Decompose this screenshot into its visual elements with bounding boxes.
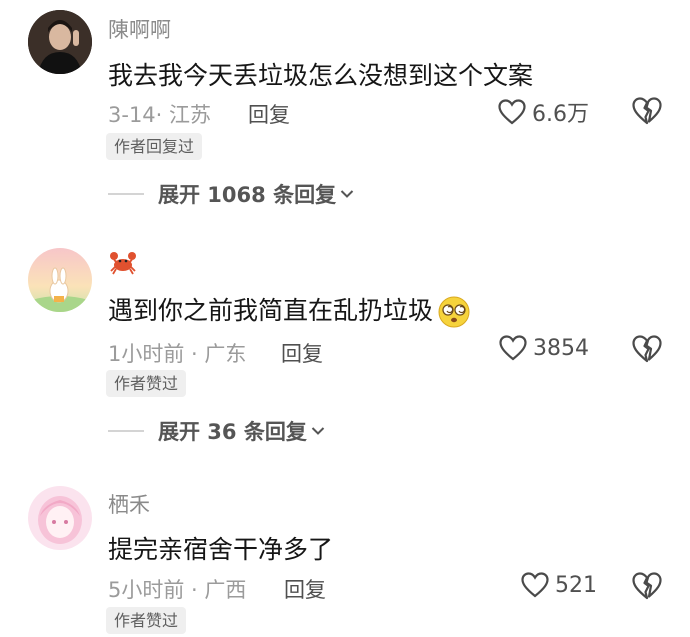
reply-button[interactable]: 回复 [248, 99, 290, 129]
username[interactable] [108, 250, 138, 276]
reply-button[interactable]: 回复 [281, 338, 323, 368]
avatar-image [28, 10, 92, 74]
reply-button[interactable]: 回复 [284, 574, 326, 604]
expand-replies-label: 展开 36 条回复 [158, 420, 307, 444]
comment-meta: 1小时前 · 广东 [108, 342, 247, 366]
divider [108, 193, 144, 195]
chevron-down-icon [340, 190, 354, 198]
avatar-image [28, 248, 92, 312]
heart-outline-icon [499, 335, 527, 361]
username[interactable]: 栖禾 [108, 489, 150, 519]
broken-heart-icon [632, 97, 662, 125]
avatar-image [28, 486, 92, 550]
like-count: 521 [555, 572, 597, 598]
divider [108, 430, 144, 432]
comment-text: 遇到你之前我简直在乱扔垃圾 [108, 291, 471, 329]
avatar[interactable] [28, 486, 92, 550]
avatar[interactable] [28, 10, 92, 74]
like-button[interactable]: 521 [521, 572, 597, 598]
author-badge: 作者赞过 [106, 370, 187, 397]
avatar[interactable] [28, 248, 92, 312]
like-count: 3854 [533, 335, 589, 361]
broken-heart-icon [632, 335, 662, 363]
heart-outline-icon [521, 572, 549, 598]
expand-replies-label: 展开 1068 条回复 [158, 183, 337, 207]
broken-heart-icon [632, 572, 662, 600]
like-button[interactable]: 6.6万 [498, 96, 589, 128]
comment-text: 提完亲宿舍干净多了 [108, 535, 334, 564]
heart-outline-icon [498, 99, 526, 125]
comment-meta: 3-14· 江苏 [108, 103, 212, 127]
expand-replies-button[interactable]: 展开 1068 条回复 [108, 179, 354, 209]
comment-text: 我去我今天丢垃圾怎么没想到这个文案 [108, 61, 534, 90]
comment-text-content: 遇到你之前我简直在乱扔垃圾 [108, 296, 434, 325]
author-badge: 作者回复过 [106, 133, 203, 160]
dislike-button[interactable] [632, 572, 662, 602]
dizzy-face-emoji-icon [438, 296, 470, 328]
like-button[interactable]: 3854 [499, 335, 589, 361]
author-badge: 作者赞过 [106, 607, 187, 634]
chevron-down-icon [311, 427, 325, 435]
dislike-button[interactable] [632, 97, 662, 127]
username[interactable]: 陳啊啊 [108, 14, 171, 44]
crab-emoji-icon [110, 252, 136, 275]
expand-replies-button[interactable]: 展开 36 条回复 [108, 416, 325, 446]
comment-meta: 5小时前 · 广西 [108, 578, 247, 602]
dislike-button[interactable] [632, 335, 662, 365]
like-count: 6.6万 [532, 102, 589, 127]
